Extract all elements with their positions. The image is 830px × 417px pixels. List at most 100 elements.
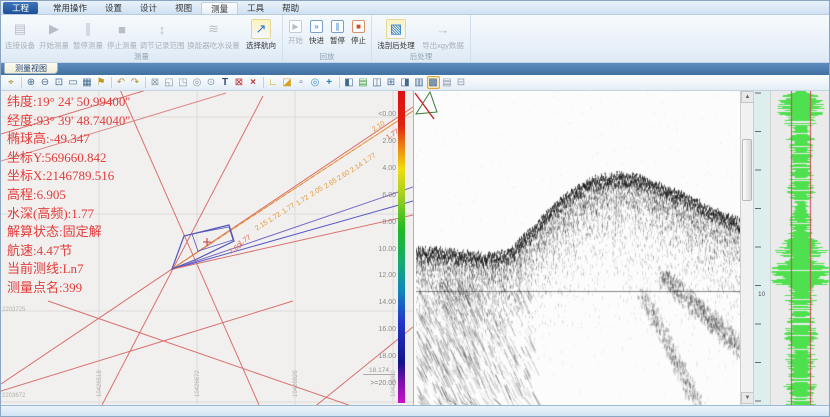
ribbon-button-1-3[interactable]: ■停止 [348,17,369,46]
echogram-canvas[interactable] [416,91,740,405]
ribbon: ▤连接设备▶开始测量∥暂停测量■停止测量↕调节记录范围≋换能器吃水设置↗选择航向… [1,15,830,63]
ribbon-button-label: 调节记录范围 [140,40,185,51]
ribbon-button-0-0[interactable]: ▤连接设备 [3,17,37,51]
echogram-scrollbar[interactable]: ▲ ▼ [740,91,753,405]
depth-scale-tick: 10.00 [354,246,396,253]
menu-item-0[interactable]: 工程 [3,2,38,14]
pan-icon[interactable]: ◱ [163,76,176,89]
flag-icon[interactable]: ⚑ [95,76,108,89]
depth-scale-tick: >=20.00 [354,380,396,387]
ribbon-button-1-0[interactable]: ▶开始 [285,17,306,46]
zoom-extent-icon[interactable]: ▭ [67,76,80,89]
ribbon-button-2-1[interactable]: →导出xgy数据 [418,17,468,51]
ribbon-button-label: 暂停测量 [73,40,103,51]
add-point-icon[interactable]: + [323,76,336,89]
transducer-draft-icon: ≋ [204,19,224,39]
connect-device-icon: ▤ [10,19,30,39]
ribbon-button-label: 停止测量 [107,40,137,51]
ribbon-button-0-5[interactable]: ≋换能器吃水设置 [185,17,242,51]
pause-survey-icon: ∥ [78,19,98,39]
menu-item-4[interactable]: 视图 [166,2,201,14]
ribbon-button-label: 换能器吃水设置 [187,40,240,51]
toolbar-separator [111,77,112,88]
point-select-icon[interactable]: ⊙ [205,76,218,89]
toolbar-separator [145,77,146,88]
ribbon-button-label: 暂停 [330,35,345,46]
angle-measure-icon[interactable]: ∟ [267,76,280,89]
depth-scale-tick: 18.00 [354,353,396,360]
ribbon-button-0-6[interactable]: ↗选择航向 [242,17,280,51]
undo-icon[interactable]: ↶ [115,76,128,89]
settings-view-icon[interactable]: ⊟ [455,76,468,89]
menu-item-7[interactable]: 帮助 [273,2,308,14]
ribbon-button-0-2[interactable]: ∥暂停测量 [71,17,105,51]
layer-icon[interactable]: ▫ [295,76,308,89]
open-folder-icon[interactable]: ◪ [281,76,294,89]
delete-icon[interactable]: × [247,76,260,89]
menu-bar: 工程常用操作设置设计视图测量工具帮助 [1,1,830,15]
ribbon-group-0: ▤连接设备▶开始测量∥暂停测量■停止测量↕调节记录范围≋换能器吃水设置↗选择航向… [1,15,283,62]
text-annotation-icon[interactable]: T [219,76,232,89]
panel-view-icon[interactable]: ▥ [413,76,426,89]
content-area: 1042651810426672104268261042698022037252… [1,91,830,405]
echogram-view-icon[interactable]: ▩ [427,76,440,89]
depth-scale-tick: 16.00 [354,326,396,333]
map-view[interactable]: 1042651810426672104268261042698022037252… [1,91,414,405]
color-map-view-icon[interactable]: ▤ [357,76,370,89]
select-heading-icon: ↗ [251,19,271,39]
grid-view-icon[interactable]: ▦ [81,76,94,89]
ribbon-button-0-4[interactable]: ↕调节记录范围 [139,17,185,51]
ruler-tick-label: 10 [758,291,765,298]
scrollbar-thumb[interactable] [742,139,752,201]
dock-right-view-icon[interactable]: ◨ [399,76,412,89]
pin-icon[interactable]: ⌖ [5,76,18,89]
zoom-out-icon[interactable]: ⊖ [39,76,52,89]
toolbar-separator [21,77,22,88]
ribbon-button-1-1[interactable]: »快进 [306,17,327,46]
menu-item-2[interactable]: 设置 [96,2,131,14]
ribbon-button-label: 导出xgy数据 [422,40,464,51]
play-icon: ▶ [289,20,302,33]
rotate-view-icon[interactable]: ◳ [177,76,190,89]
menu-item-5[interactable]: 测量 [201,2,238,14]
ribbon-button-0-1[interactable]: ▶开始测量 [37,17,71,51]
ribbon-button-0-3[interactable]: ■停止测量 [105,17,139,51]
ribbon-button-1-2[interactable]: ∥暂停 [327,17,348,46]
window-view-icon[interactable]: ⊞ [385,76,398,89]
ribbon-group-title: 测量 [1,51,282,62]
select-box-icon[interactable]: ⊠ [149,76,162,89]
zoom-in-icon[interactable]: ⊕ [25,76,38,89]
ribbon-button-2-0[interactable]: ▧浅剖后处理 [374,17,418,51]
split-view-icon[interactable]: ◫ [371,76,384,89]
stop-survey-icon: ■ [112,19,132,39]
ribbon-group-2: ▧浅剖后处理→导出xgy数据后处理 [372,15,471,62]
ribbon-group-title: 回放 [283,51,371,62]
depth-scale-tick: 12.00 [354,272,396,279]
zoom-window-icon[interactable]: ⊡ [53,76,66,89]
telemetry-readout: 纬度:19° 24' 50.99400'' 经度:93° 39' 48.7404… [7,93,130,298]
menu-item-3[interactable]: 设计 [131,2,166,14]
ribbon-button-label: 开始测量 [39,40,69,51]
tab-survey-view[interactable]: 测量视图 [4,63,58,74]
svg-text:10426672: 10426672 [195,370,201,397]
ribbon-button-label: 选择航向 [246,40,276,51]
start-survey-icon: ▶ [44,19,64,39]
list-view-icon[interactable]: ▤ [441,76,454,89]
menu-item-6[interactable]: 工具 [238,2,273,14]
profile-view-icon[interactable]: ◧ [343,76,356,89]
depth-scale-tick: 14.00 [354,299,396,306]
circle-select-icon[interactable]: ◎ [191,76,204,89]
svg-text:10426826: 10426826 [293,370,299,397]
delete-area-icon[interactable]: ⊠ [233,76,246,89]
svg-text:10426518: 10426518 [97,370,103,397]
center-target-icon[interactable]: ◎ [309,76,322,89]
heading-marker-icon [403,89,443,121]
sbp-postprocess-icon: ▧ [386,19,406,39]
echogram-panel: ▲ ▼ 10 [414,91,830,405]
redo-icon[interactable]: ↷ [129,76,142,89]
svg-text:2203725: 2203725 [2,307,26,313]
menu-item-1[interactable]: 常用操作 [44,2,96,14]
ribbon-group-title: 后处理 [372,51,470,62]
export-xgy-icon: → [433,19,453,39]
stop-icon: ■ [352,20,365,33]
